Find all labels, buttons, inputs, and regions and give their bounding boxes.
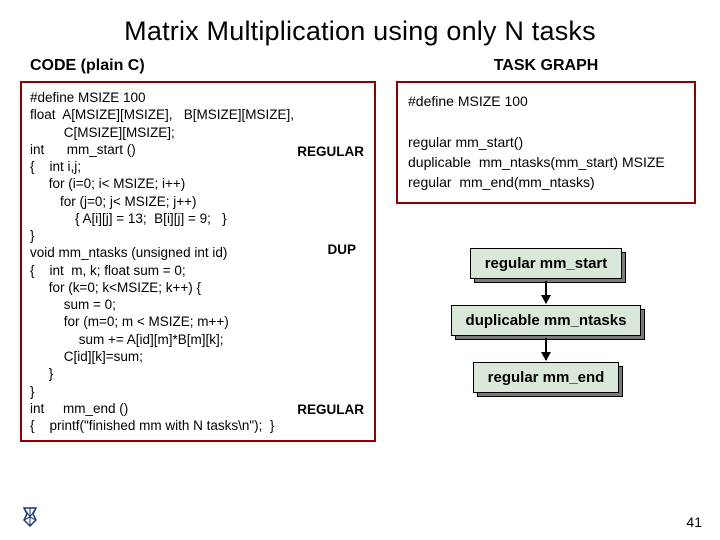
arrow-down-icon (545, 281, 547, 303)
arrow-down-icon (545, 338, 547, 360)
right-column: TASK GRAPH #define MSIZE 100 regular mm_… (396, 57, 696, 442)
task-label: TASK GRAPH (396, 57, 696, 75)
graph-node-1: regular mm_start (470, 248, 623, 279)
node-label-2: duplicable mm_ntasks (451, 305, 642, 336)
left-column: CODE (plain C) #define MSIZE 100 float A… (20, 57, 376, 442)
tag-regular-1: REGULAR (297, 143, 364, 160)
code-label: CODE (plain C) (30, 57, 376, 75)
task-text: #define MSIZE 100 regular mm_start() dup… (408, 93, 665, 190)
task-box: #define MSIZE 100 regular mm_start() dup… (396, 81, 696, 204)
columns: CODE (plain C) #define MSIZE 100 float A… (20, 57, 700, 442)
code-text: #define MSIZE 100 float A[MSIZE][MSIZE],… (30, 90, 294, 433)
slide: Matrix Multiplication using only N tasks… (0, 0, 720, 540)
slide-title: Matrix Multiplication using only N tasks (20, 16, 700, 47)
node-label-3: regular mm_end (473, 362, 620, 393)
logo-icon (22, 506, 38, 528)
graph-node-2: duplicable mm_ntasks (451, 305, 642, 336)
code-box: #define MSIZE 100 float A[MSIZE][MSIZE],… (20, 81, 376, 442)
tag-dup: DUP (327, 241, 356, 258)
graph-node-3: regular mm_end (473, 362, 620, 393)
tag-regular-2: REGULAR (297, 401, 364, 418)
node-label-1: regular mm_start (470, 248, 623, 279)
task-graph: regular mm_start duplicable mm_ntasks re… (396, 248, 696, 393)
page-number: 41 (686, 514, 702, 530)
